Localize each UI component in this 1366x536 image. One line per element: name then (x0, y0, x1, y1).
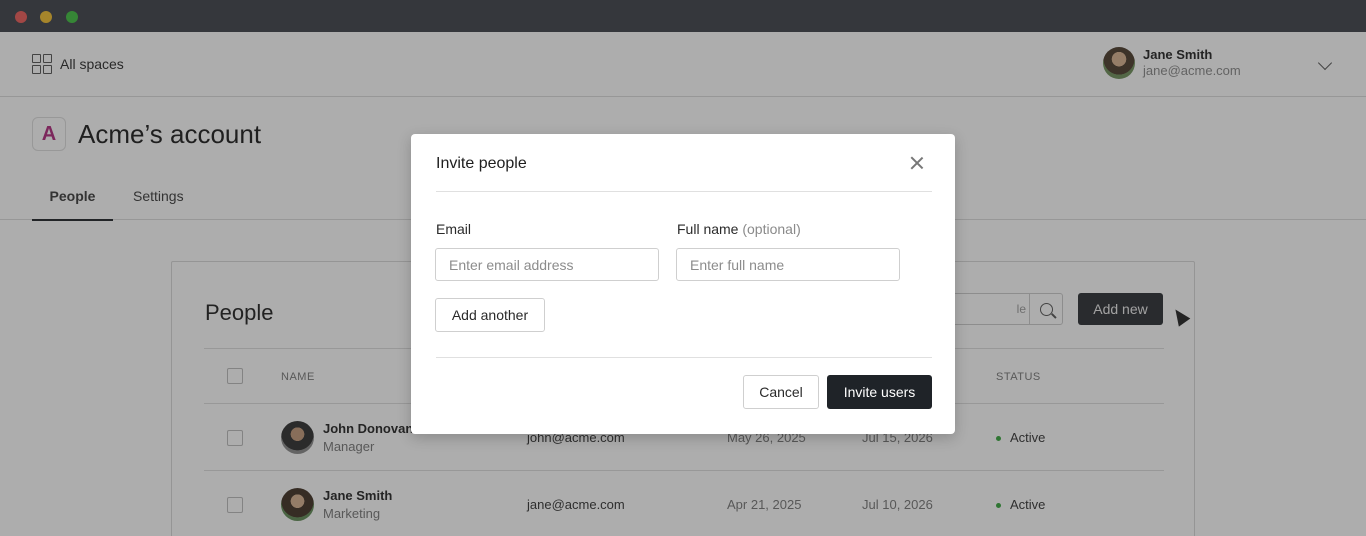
email-label: Email (436, 221, 472, 237)
divider (436, 357, 932, 358)
fullname-label: Full name (optional) (677, 221, 801, 237)
divider (436, 191, 932, 192)
close-icon[interactable] (908, 154, 926, 172)
email-field[interactable] (435, 248, 659, 281)
dialog-title: Invite people (436, 155, 527, 172)
fullname-label-text: Full name (677, 221, 739, 237)
invite-people-dialog: Invite people Email Full name (optional)… (411, 134, 955, 434)
add-another-button[interactable]: Add another (435, 298, 545, 332)
fullname-field[interactable] (676, 248, 900, 281)
cancel-button[interactable]: Cancel (743, 375, 819, 409)
optional-hint: (optional) (742, 221, 801, 237)
invite-users-button[interactable]: Invite users (827, 375, 932, 409)
